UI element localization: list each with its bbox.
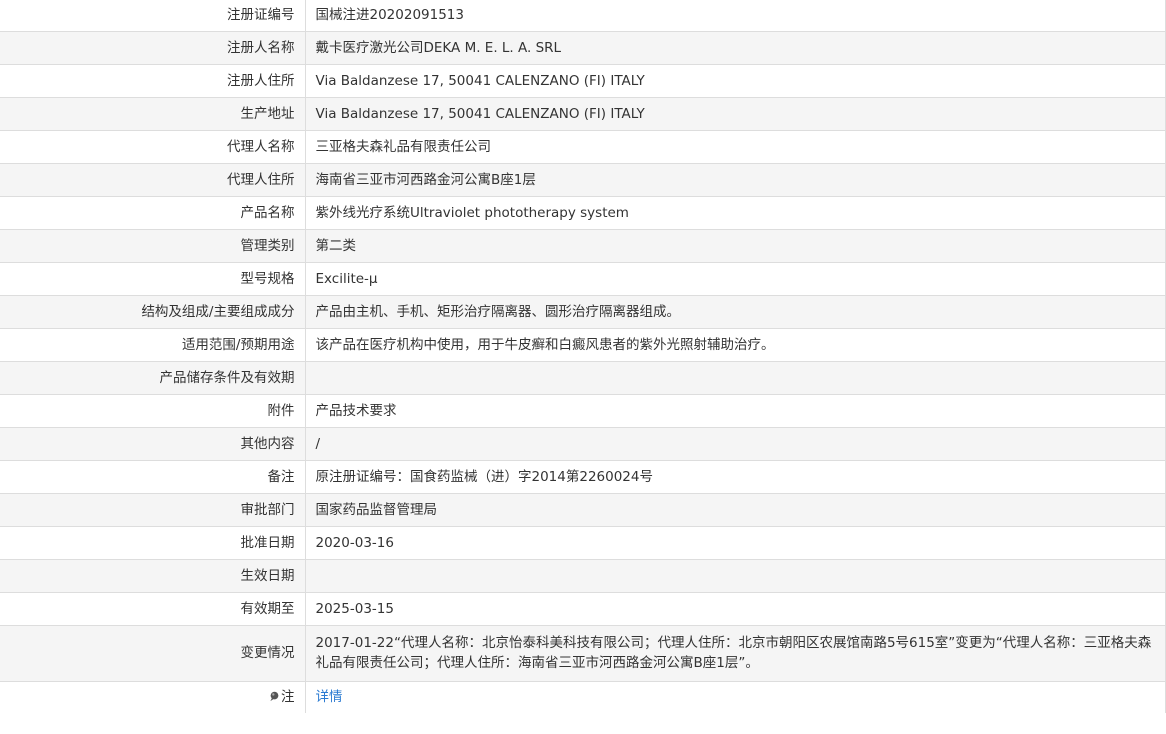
row-value: 产品技术要求 <box>305 394 1166 428</box>
row-value: Via Baldanzese 17, 50041 CALENZANO (FI) … <box>305 64 1166 98</box>
row-label: 注册人名称 <box>0 31 306 65</box>
row-value: Via Baldanzese 17, 50041 CALENZANO (FI) … <box>305 97 1166 131</box>
row-value: 产品由主机、手机、矩形治疗隔离器、圆形治疗隔离器组成。 <box>305 295 1166 329</box>
row-value: 戴卡医疗激光公司DEKA M. E. L. A. SRL <box>305 31 1166 65</box>
row-intended-use: 适用范围/预期用途 该产品在医疗机构中使用，用于牛皮癣和白癜风患者的紫外光照射辅… <box>0 328 1166 362</box>
row-value: 海南省三亚市河西路金河公寓B座1层 <box>305 163 1166 197</box>
row-registration-number: 注册证编号 国械注进20202091513 <box>0 0 1166 32</box>
row-label: 备注 <box>0 460 306 494</box>
row-value: 紫外线光疗系统Ultraviolet phototherapy system <box>305 196 1166 230</box>
row-value <box>305 361 1166 395</box>
row-other-content: 其他内容 / <box>0 427 1166 461</box>
row-label: 批准日期 <box>0 526 306 560</box>
row-label: 型号规格 <box>0 262 306 296</box>
note-label-cell: 注 <box>0 681 306 713</box>
row-value: 2020-03-16 <box>305 526 1166 560</box>
row-label: 产品储存条件及有效期 <box>0 361 306 395</box>
note-label-text: 注 <box>281 688 295 705</box>
row-attachment: 附件 产品技术要求 <box>0 394 1166 428</box>
detail-link[interactable]: 详情 <box>316 689 343 705</box>
row-remarks: 备注 原注册证编号：国食药监械（进）字2014第2260024号 <box>0 460 1166 494</box>
row-storage-conditions: 产品储存条件及有效期 <box>0 361 1166 395</box>
row-label: 注册证编号 <box>0 0 306 32</box>
row-value: 2025-03-15 <box>305 592 1166 626</box>
row-production-address: 生产地址 Via Baldanzese 17, 50041 CALENZANO … <box>0 97 1166 131</box>
row-label: 产品名称 <box>0 196 306 230</box>
row-value: 第二类 <box>305 229 1166 263</box>
row-note: 注 详情 <box>0 681 1166 713</box>
row-valid-until: 有效期至 2025-03-15 <box>0 592 1166 626</box>
row-value: 国家药品监督管理局 <box>305 493 1166 527</box>
row-change-history: 变更情况 2017-01-22“代理人名称：北京怡泰科美科技有限公司；代理人住所… <box>0 625 1166 682</box>
row-agent-name: 代理人名称 三亚格夫森礼品有限责任公司 <box>0 130 1166 164</box>
row-value: 原注册证编号：国食药监械（进）字2014第2260024号 <box>305 460 1166 494</box>
row-value: 三亚格夫森礼品有限责任公司 <box>305 130 1166 164</box>
row-label: 结构及组成/主要组成成分 <box>0 295 306 329</box>
row-approval-date: 批准日期 2020-03-16 <box>0 526 1166 560</box>
row-label: 其他内容 <box>0 427 306 461</box>
row-registrant-address: 注册人住所 Via Baldanzese 17, 50041 CALENZANO… <box>0 64 1166 98</box>
row-effective-date: 生效日期 <box>0 559 1166 593</box>
row-label: 审批部门 <box>0 493 306 527</box>
row-label: 代理人住所 <box>0 163 306 197</box>
row-label: 适用范围/预期用途 <box>0 328 306 362</box>
row-model-spec: 型号规格 Excilite-μ <box>0 262 1166 296</box>
pin-icon <box>270 691 279 702</box>
row-management-category: 管理类别 第二类 <box>0 229 1166 263</box>
row-value <box>305 559 1166 593</box>
note-value-cell: 详情 <box>305 681 1166 713</box>
note-label: 注 <box>269 687 295 707</box>
row-value: 国械注进20202091513 <box>305 0 1166 32</box>
row-label: 注册人住所 <box>0 64 306 98</box>
row-label: 变更情况 <box>0 625 306 682</box>
row-value: 2017-01-22“代理人名称：北京怡泰科美科技有限公司；代理人住所：北京市朝… <box>305 625 1166 682</box>
row-label: 有效期至 <box>0 592 306 626</box>
registration-info-table: 注册证编号 国械注进20202091513 注册人名称 戴卡医疗激光公司DEKA… <box>0 0 1166 713</box>
row-label: 代理人名称 <box>0 130 306 164</box>
row-label: 管理类别 <box>0 229 306 263</box>
row-label: 生效日期 <box>0 559 306 593</box>
row-value: / <box>305 427 1166 461</box>
row-approval-department: 审批部门 国家药品监督管理局 <box>0 493 1166 527</box>
row-value: 该产品在医疗机构中使用，用于牛皮癣和白癜风患者的紫外光照射辅助治疗。 <box>305 328 1166 362</box>
row-registrant-name: 注册人名称 戴卡医疗激光公司DEKA M. E. L. A. SRL <box>0 31 1166 65</box>
row-value: Excilite-μ <box>305 262 1166 296</box>
row-structure-composition: 结构及组成/主要组成成分 产品由主机、手机、矩形治疗隔离器、圆形治疗隔离器组成。 <box>0 295 1166 329</box>
row-label: 生产地址 <box>0 97 306 131</box>
row-product-name: 产品名称 紫外线光疗系统Ultraviolet phototherapy sys… <box>0 196 1166 230</box>
row-label: 附件 <box>0 394 306 428</box>
row-agent-address: 代理人住所 海南省三亚市河西路金河公寓B座1层 <box>0 163 1166 197</box>
